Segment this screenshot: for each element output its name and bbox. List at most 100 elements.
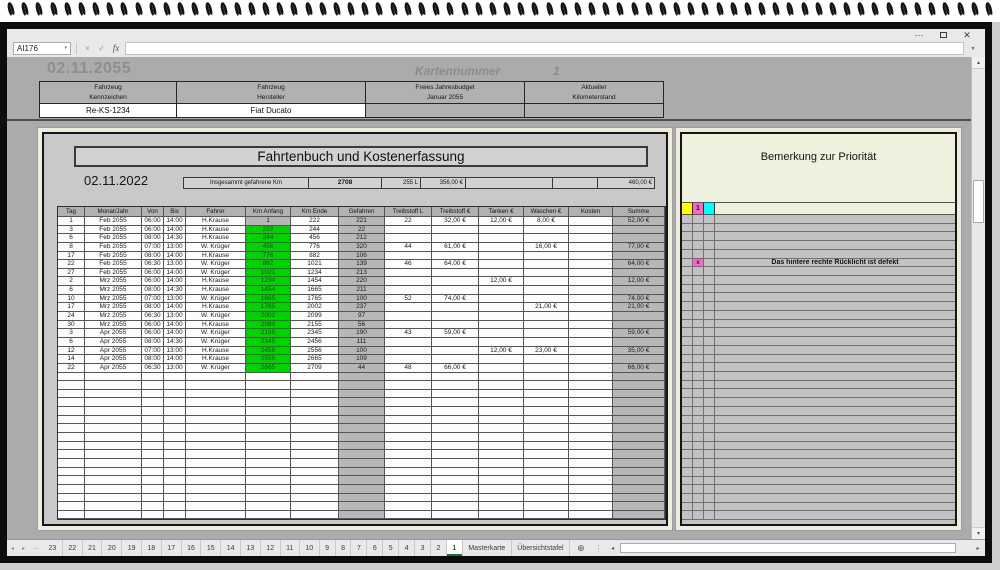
priority-cell[interactable] — [682, 337, 693, 345]
cell[interactable] — [58, 459, 85, 468]
cell[interactable]: H.Krause — [186, 226, 246, 235]
cell[interactable] — [524, 277, 569, 286]
cell[interactable] — [479, 390, 524, 399]
priority-note-cell[interactable] — [715, 355, 955, 363]
priority-note-cell[interactable] — [715, 293, 955, 301]
cell[interactable] — [246, 390, 291, 399]
cell[interactable]: 6 — [58, 338, 85, 347]
add-sheet-icon[interactable]: ⊕ — [570, 540, 592, 556]
cell[interactable] — [569, 277, 613, 286]
cell[interactable] — [186, 398, 246, 407]
cell[interactable] — [432, 398, 479, 407]
summary-cell[interactable]: 356,00 € — [420, 177, 466, 189]
cell[interactable] — [85, 511, 142, 520]
priority-cell[interactable] — [682, 224, 693, 232]
cell[interactable] — [432, 511, 479, 520]
cell[interactable]: 46 — [385, 260, 432, 269]
cell[interactable]: 97 — [339, 312, 385, 321]
priority-cell[interactable] — [704, 485, 715, 493]
cell[interactable]: 139 — [339, 260, 385, 269]
cell[interactable]: 2155 — [246, 329, 291, 338]
priority-cell[interactable] — [693, 215, 704, 223]
cell[interactable] — [142, 450, 164, 459]
formula-input[interactable] — [125, 42, 964, 55]
cell[interactable] — [524, 416, 569, 425]
cell[interactable] — [432, 373, 479, 382]
cell[interactable]: 08:00 — [142, 234, 164, 243]
cell[interactable]: 07:00 — [142, 243, 164, 252]
cell[interactable] — [186, 416, 246, 425]
cell[interactable]: 56 — [339, 321, 385, 330]
priority-note-cell[interactable] — [715, 328, 955, 336]
cell[interactable]: 77,00 € — [613, 243, 665, 252]
cell[interactable]: H.Krause — [186, 217, 246, 226]
cell[interactable] — [479, 494, 524, 503]
cell[interactable]: 06:00 — [142, 226, 164, 235]
cell[interactable]: 08:00 — [142, 286, 164, 295]
cell[interactable]: 14:30 — [164, 234, 186, 243]
cell[interactable]: 456 — [291, 234, 339, 243]
cell[interactable]: 13:00 — [164, 364, 186, 373]
sheet-tab-6[interactable]: 6 — [367, 540, 383, 556]
cell[interactable] — [479, 373, 524, 382]
priority-cell[interactable] — [682, 355, 693, 363]
cell[interactable]: 106 — [339, 252, 385, 261]
cell[interactable] — [524, 338, 569, 347]
cell[interactable]: W. Krüger — [186, 269, 246, 278]
cell[interactable] — [613, 494, 665, 503]
priority-cell[interactable] — [704, 285, 715, 293]
priority-cell[interactable] — [693, 459, 704, 467]
cell[interactable]: 2099 — [246, 321, 291, 330]
cell[interactable] — [613, 407, 665, 416]
cell[interactable] — [613, 234, 665, 243]
priority-legend-cell[interactable] — [682, 203, 693, 214]
cell[interactable]: 222 — [291, 217, 339, 226]
cell[interactable] — [142, 502, 164, 511]
priority-cell[interactable] — [682, 477, 693, 485]
cell[interactable] — [339, 416, 385, 425]
vscroll-thumb[interactable] — [973, 180, 984, 223]
cell[interactable]: 06:30 — [142, 312, 164, 321]
cell[interactable]: 1665 — [246, 295, 291, 304]
cell[interactable]: 21,00 € — [613, 303, 665, 312]
cell[interactable] — [186, 424, 246, 433]
sheet-tab-3[interactable]: 3 — [415, 540, 431, 556]
sheet-tab-2[interactable]: 2 — [431, 540, 447, 556]
cell[interactable] — [164, 476, 186, 485]
cell[interactable] — [85, 433, 142, 442]
priority-note-text[interactable]: Das hintere rechte Rücklicht ist defekt — [715, 259, 955, 267]
cell[interactable]: 61,00 € — [432, 243, 479, 252]
cell[interactable] — [58, 373, 85, 382]
cell[interactable] — [569, 381, 613, 390]
cell[interactable] — [164, 494, 186, 503]
cell[interactable] — [479, 485, 524, 494]
priority-cell[interactable] — [693, 311, 704, 319]
cell[interactable]: 24 — [58, 312, 85, 321]
cell[interactable] — [524, 234, 569, 243]
cell[interactable] — [479, 442, 524, 451]
cell[interactable] — [432, 277, 479, 286]
priority-cell[interactable] — [693, 494, 704, 502]
cell[interactable]: 2665 — [246, 364, 291, 373]
cell[interactable]: W. Krüger — [186, 295, 246, 304]
cell[interactable] — [479, 286, 524, 295]
cell[interactable] — [569, 390, 613, 399]
priority-cell[interactable] — [704, 398, 715, 406]
cell[interactable]: 12,00 € — [479, 277, 524, 286]
cell[interactable] — [524, 424, 569, 433]
tab-nav-left-icon[interactable]: ◂ — [7, 540, 18, 556]
priority-cell[interactable] — [704, 276, 715, 284]
cell[interactable] — [385, 485, 432, 494]
cell[interactable] — [524, 381, 569, 390]
priority-cell[interactable] — [682, 424, 693, 432]
cell[interactable] — [524, 459, 569, 468]
cell[interactable]: 08:00 — [142, 355, 164, 364]
cell[interactable] — [164, 442, 186, 451]
cell[interactable] — [385, 269, 432, 278]
cell[interactable] — [246, 494, 291, 503]
cell[interactable] — [479, 303, 524, 312]
priority-cell[interactable] — [693, 468, 704, 476]
priority-note-cell[interactable] — [715, 424, 955, 432]
cell[interactable] — [291, 381, 339, 390]
cell[interactable]: 17 — [58, 303, 85, 312]
